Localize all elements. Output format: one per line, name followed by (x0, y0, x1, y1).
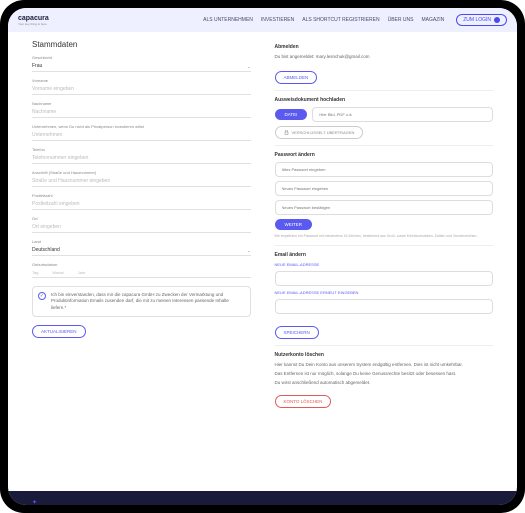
page-title: Stammdaten (32, 40, 251, 49)
city-label: Ort (32, 216, 251, 221)
gender-select[interactable]: Frau ⌄ (32, 61, 251, 72)
chevron-down-icon: ⌄ (247, 248, 250, 253)
brand-logo: capacura (18, 15, 49, 22)
country-label: Land (32, 239, 251, 244)
delete-title: Nutzerkonto löschen (275, 352, 494, 358)
delete-text-2: Das Entfernen ist nur möglich, solange D… (275, 371, 494, 376)
logout-button[interactable]: ABMELDEN (275, 71, 318, 84)
delete-text-3: Du wirst anschließend automatisch abgeme… (275, 380, 494, 385)
city-input[interactable]: Ort eingeben (32, 222, 251, 233)
email-title: Email ändern (275, 252, 494, 258)
phone-input[interactable]: Telefonnummer eingeben (32, 153, 251, 164)
user-icon (494, 17, 500, 23)
login-button[interactable]: ZUM LOGIN (456, 14, 507, 26)
confirm-email-input[interactable] (275, 299, 494, 314)
old-password-input[interactable] (275, 162, 494, 177)
new-email-label: NEUE EMAIL-ADRESSE (275, 262, 494, 267)
nav-invest[interactable]: INVESTIEREN (261, 17, 294, 23)
lastname-label: Nachname (32, 101, 251, 106)
footer-icon: ✦ (32, 500, 37, 505)
password-title: Passwort ändern (275, 152, 494, 158)
encrypt-button[interactable]: VERSCHLÜSSELT ÜBERTRAGEN (275, 126, 364, 139)
left-column: Stammdaten Geschlecht Frau ⌄ Vorname Vor… (32, 40, 251, 491)
dob-day[interactable]: Tag (32, 270, 38, 275)
nav-magazine[interactable]: MAGAZIN (421, 17, 444, 23)
logged-in-text: Du bist angemeldet: mary.lesnchuk@gmail.… (275, 54, 494, 59)
lock-icon (284, 130, 289, 135)
new-password-input[interactable] (275, 181, 494, 196)
brand-tagline: Your key thing is here (18, 22, 49, 26)
lastname-input[interactable]: Nachname (32, 107, 251, 118)
confirm-email-label: NEUE EMAIL-ADRESSE ERNEUT EINGEBEN (275, 290, 494, 295)
address-input[interactable]: Straße und Hausnummer eingeben (32, 176, 251, 187)
zip-input[interactable]: Postleitzahl eingeben (32, 199, 251, 210)
upload-title: Ausweisdokument hochladen (275, 97, 494, 103)
phone-label: Telefon (32, 147, 251, 152)
update-button[interactable]: AKTUALISIEREN (32, 325, 86, 338)
gender-label: Geschlecht (32, 55, 251, 60)
header: capacura Your key thing is here ALS UNTE… (8, 8, 517, 32)
check-icon: ✓ (38, 292, 46, 300)
zip-label: Postleitzahl (32, 193, 251, 198)
nav-about[interactable]: ÜBER UNS (388, 17, 414, 23)
dob-label: Geburtsdatum (32, 262, 251, 267)
delete-account-button[interactable]: KONTO LÖSCHEN (275, 395, 332, 408)
footer: ✦ (8, 491, 517, 505)
firstname-label: Vorname (32, 78, 251, 83)
file-input[interactable] (312, 107, 493, 122)
logout-title: Abmelden (275, 44, 494, 50)
password-hint: Wir empfehlen ein Passwort mit mindesten… (275, 234, 494, 239)
nav: ALS UNTERNEHMEN INVESTIEREN ALS SHORTCUT… (203, 17, 444, 23)
dob-month[interactable]: Monat (52, 270, 63, 275)
firstname-input[interactable]: Vorname eingeben (32, 84, 251, 95)
nav-companies[interactable]: ALS UNTERNEHMEN (203, 17, 253, 23)
consent-box[interactable]: ✓ Ich bin einverstanden, dass mir die ca… (32, 286, 251, 317)
chevron-down-icon: ⌄ (247, 64, 250, 69)
confirm-password-input[interactable] (275, 200, 494, 215)
dob-year[interactable]: Jahr (78, 270, 86, 275)
company-label: Unternehmen, wenn Du nicht als Privatper… (32, 124, 251, 129)
nav-register[interactable]: ALS SHORTCUT REGISTRIEREN (302, 17, 379, 23)
right-column: Abmelden Du bist angemeldet: mary.lesnch… (275, 40, 494, 491)
file-button[interactable]: DATEI (275, 109, 308, 120)
address-label: Anschrift (Straße und Hausnummer) (32, 170, 251, 175)
company-input[interactable]: Unternehmen (32, 130, 251, 141)
email-save-button[interactable]: SPEICHERN (275, 326, 319, 339)
new-email-input[interactable] (275, 271, 494, 286)
password-submit-button[interactable]: WEITER (275, 219, 313, 230)
country-select[interactable]: Deutschland ⌄ (32, 245, 251, 256)
delete-text-1: Hier kannst Du Dein Konto aus unserem Sy… (275, 362, 494, 367)
